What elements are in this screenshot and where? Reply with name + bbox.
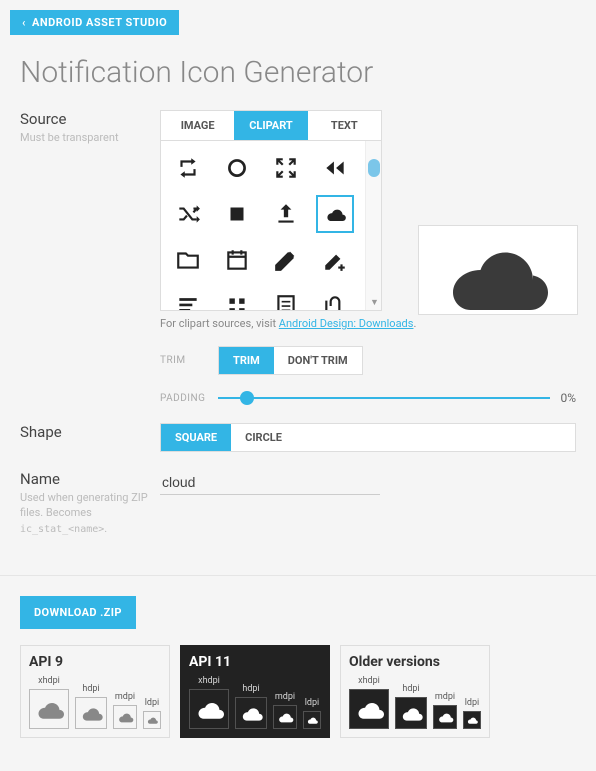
clipart-picker: ▼ bbox=[160, 141, 382, 311]
size-label: ldpi bbox=[463, 698, 481, 708]
output-size-mdpi: mdpi bbox=[433, 692, 457, 729]
shape-options: SQUARECIRCLE bbox=[160, 423, 576, 452]
output-size-xhdpi: xhdpi bbox=[189, 676, 229, 729]
trim-label: TRIM bbox=[160, 355, 218, 366]
cloud-icon bbox=[433, 705, 457, 729]
shuffle-icon[interactable] bbox=[169, 195, 207, 233]
size-label: xhdpi bbox=[189, 676, 229, 686]
circle-icon[interactable] bbox=[218, 149, 256, 187]
name-hint: Used when generating ZIP files. Becomes … bbox=[20, 490, 160, 537]
shape-square[interactable]: SQUARE bbox=[161, 424, 231, 451]
source-tabs: IMAGECLIPARTTEXT bbox=[160, 110, 382, 141]
output-size-ldpi: ldpi bbox=[463, 698, 481, 729]
size-label: ldpi bbox=[143, 698, 161, 708]
output-title: API 11 bbox=[189, 654, 321, 670]
size-label: hdpi bbox=[395, 684, 427, 694]
output-size-hdpi: hdpi bbox=[75, 684, 107, 729]
size-label: xhdpi bbox=[29, 676, 69, 686]
cloud-icon bbox=[143, 711, 161, 729]
tab-image[interactable]: IMAGE bbox=[161, 111, 234, 140]
name-label: Name bbox=[20, 470, 160, 488]
output-size-hdpi: hdpi bbox=[395, 684, 427, 729]
output-card: API 9 xhdpi hdpi mdpi ldpi bbox=[20, 645, 170, 738]
scroll-down-icon[interactable]: ▼ bbox=[370, 297, 379, 308]
clipart-help-link[interactable]: Android Design: Downloads bbox=[279, 317, 414, 330]
grid-icon[interactable] bbox=[218, 287, 256, 310]
size-label: mdpi bbox=[273, 692, 297, 702]
output-title: Older versions bbox=[349, 654, 481, 670]
scrollbar[interactable]: ▼ bbox=[365, 141, 381, 310]
name-input[interactable] bbox=[160, 470, 380, 495]
tab-text[interactable]: TEXT bbox=[308, 111, 381, 140]
cloud-icon bbox=[395, 697, 427, 729]
upload-icon[interactable] bbox=[267, 195, 305, 233]
cloud-icon bbox=[113, 705, 137, 729]
cloud-icon[interactable] bbox=[316, 195, 354, 233]
download-button[interactable]: DOWNLOAD .ZIP bbox=[20, 596, 136, 629]
nav-label: ANDROID ASSET STUDIO bbox=[32, 16, 167, 29]
output-size-mdpi: mdpi bbox=[273, 692, 297, 729]
cloud-icon bbox=[235, 697, 267, 729]
rewind-icon[interactable] bbox=[316, 149, 354, 187]
stop-icon[interactable] bbox=[218, 195, 256, 233]
cloud-icon bbox=[75, 697, 107, 729]
collapse-icon[interactable] bbox=[267, 149, 305, 187]
source-label: Source bbox=[20, 110, 160, 128]
cloud-icon bbox=[273, 705, 297, 729]
chevron-left-icon: ‹ bbox=[22, 16, 26, 29]
clipart-help: For clipart sources, visit Android Desig… bbox=[160, 317, 576, 330]
cloud-icon bbox=[463, 711, 481, 729]
document-icon[interactable] bbox=[267, 287, 305, 310]
size-label: mdpi bbox=[113, 692, 137, 702]
folder-icon[interactable] bbox=[169, 241, 207, 279]
slider-thumb[interactable] bbox=[240, 391, 254, 405]
attachment-icon[interactable] bbox=[316, 287, 354, 310]
preview bbox=[418, 225, 578, 315]
output-card: Older versions xhdpi hdpi mdpi ldpi bbox=[340, 645, 490, 738]
trim-don-t-trim[interactable]: DON'T TRIM bbox=[274, 347, 362, 374]
list-icon[interactable] bbox=[169, 287, 207, 310]
repeat-icon[interactable] bbox=[169, 149, 207, 187]
output-size-mdpi: mdpi bbox=[113, 692, 137, 729]
output-size-hdpi: hdpi bbox=[235, 684, 267, 729]
cloud-icon bbox=[29, 689, 69, 729]
cloud-icon bbox=[349, 689, 389, 729]
source-hint: Must be transparent bbox=[20, 130, 160, 145]
output-size-ldpi: ldpi bbox=[143, 698, 161, 729]
cloud-icon bbox=[303, 711, 321, 729]
scrollbar-thumb[interactable] bbox=[368, 159, 380, 177]
size-label: mdpi bbox=[433, 692, 457, 702]
edit-icon[interactable] bbox=[267, 241, 305, 279]
output-size-xhdpi: xhdpi bbox=[29, 676, 69, 729]
back-nav[interactable]: ‹ ANDROID ASSET STUDIO bbox=[10, 10, 179, 35]
padding-label: PADDING bbox=[160, 393, 218, 404]
padding-slider[interactable] bbox=[218, 397, 550, 399]
output-card: API 11 xhdpi hdpi mdpi ldpi bbox=[180, 645, 330, 738]
output-size-xhdpi: xhdpi bbox=[349, 676, 389, 729]
size-label: ldpi bbox=[303, 698, 321, 708]
tab-clipart[interactable]: CLIPART bbox=[234, 111, 307, 140]
trim-options: TRIMDON'T TRIM bbox=[218, 346, 363, 375]
size-label: hdpi bbox=[235, 684, 267, 694]
edit-add-icon[interactable] bbox=[316, 241, 354, 279]
page-title: Notification Icon Generator bbox=[20, 55, 596, 90]
shape-label: Shape bbox=[20, 423, 160, 441]
clipart-help-text: For clipart sources, visit bbox=[160, 317, 279, 330]
output-title: API 9 bbox=[29, 654, 161, 670]
size-label: xhdpi bbox=[349, 676, 389, 686]
trim-trim[interactable]: TRIM bbox=[219, 347, 274, 374]
cloud-icon bbox=[189, 689, 229, 729]
output-size-ldpi: ldpi bbox=[303, 698, 321, 729]
cloud-icon bbox=[428, 230, 568, 310]
shape-circle[interactable]: CIRCLE bbox=[231, 424, 296, 451]
divider bbox=[0, 575, 596, 576]
size-label: hdpi bbox=[75, 684, 107, 694]
padding-value: 0% bbox=[560, 391, 576, 405]
calendar-icon[interactable] bbox=[218, 241, 256, 279]
